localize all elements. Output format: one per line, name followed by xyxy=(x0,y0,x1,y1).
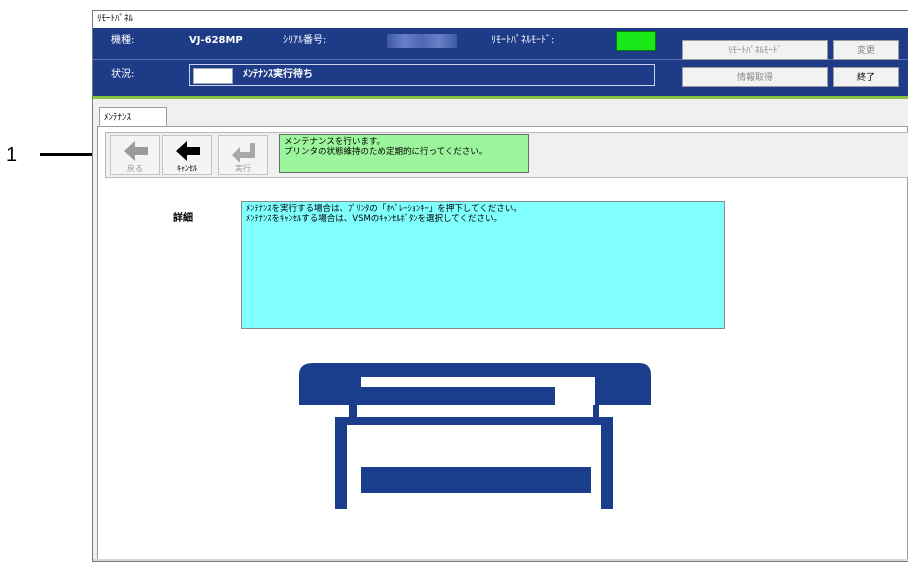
execute-button[interactable]: 実行 xyxy=(218,135,268,175)
arrow-left-icon xyxy=(176,141,200,161)
status-color-box xyxy=(193,68,233,84)
detail-line-1: ﾒﾝﾃﾅﾝｽを実行する場合は、ﾌﾟﾘﾝﾀの「ｵﾍﾟﾚｰｼｮﾝｷｰ」を押下してくだ… xyxy=(246,204,522,214)
serial-value-redacted xyxy=(387,34,457,48)
execute-label: 実行 xyxy=(235,164,251,173)
message-line-2: プリンタの状態維持のため定期的に行ってください。 xyxy=(284,147,488,157)
back-button[interactable]: 戻る xyxy=(110,135,160,175)
status-value: ﾒﾝﾃﾅﾝｽ実行待ち xyxy=(243,69,313,80)
window-title: ﾘﾓｰﾄﾊﾟﾈﾙ xyxy=(93,11,908,28)
message-line-1: メンテナンスを行います。 xyxy=(284,137,385,147)
message-box: メンテナンスを行います。 プリンタの状態維持のため定期的に行ってください。 xyxy=(279,134,529,173)
model-value: VJ-628MP xyxy=(189,35,243,46)
tab-maintenance[interactable]: ﾒﾝﾃﾅﾝｽ xyxy=(99,107,167,127)
exit-button[interactable]: 終了 xyxy=(833,67,899,87)
remote-mode-indicator xyxy=(616,31,656,51)
remote-mode-button[interactable]: ﾘﾓｰﾄﾊﾟﾈﾙﾓｰﾄﾞ xyxy=(682,40,828,60)
get-info-button[interactable]: 情報取得 xyxy=(682,67,828,87)
detail-box: ﾒﾝﾃﾅﾝｽを実行する場合は、ﾌﾟﾘﾝﾀの「ｵﾍﾟﾚｰｼｮﾝｷｰ」を押下してくだ… xyxy=(241,201,725,329)
callout-number: 1 xyxy=(6,144,18,166)
printer-icon xyxy=(299,363,651,509)
model-label: 機種: xyxy=(111,35,135,46)
header-panel: 機種: VJ-628MP ｼﾘｱﾙ番号: ﾘﾓｰﾄﾊﾟﾈﾙﾓｰﾄﾞ: 状況: ﾒ… xyxy=(93,28,908,96)
arrow-left-gray-icon xyxy=(124,141,148,161)
change-button[interactable]: 変更 xyxy=(833,40,899,60)
detail-label: 詳細 xyxy=(173,213,193,224)
serial-label: ｼﾘｱﾙ番号: xyxy=(283,35,327,46)
cancel-button[interactable]: ｷｬﾝｾﾙ xyxy=(162,135,212,175)
status-label: 状況: xyxy=(111,69,135,80)
enter-arrow-icon xyxy=(232,143,255,162)
back-label: 戻る xyxy=(127,164,143,173)
remote-panel-window: ﾘﾓｰﾄﾊﾟﾈﾙ 機種: VJ-628MP ｼﾘｱﾙ番号: ﾘﾓｰﾄﾊﾟﾈﾙﾓｰ… xyxy=(92,10,908,562)
remote-mode-label: ﾘﾓｰﾄﾊﾟﾈﾙﾓｰﾄﾞ: xyxy=(491,35,555,46)
cancel-label: ｷｬﾝｾﾙ xyxy=(177,164,197,173)
detail-line-2: ﾒﾝﾃﾅﾝｽをｷｬﾝｾﾙする場合は、VSMのｷｬﾝｾﾙﾎﾞﾀﾝを選択してください… xyxy=(246,214,503,224)
header-accent-bar xyxy=(93,96,908,99)
bottom-border xyxy=(93,559,908,561)
